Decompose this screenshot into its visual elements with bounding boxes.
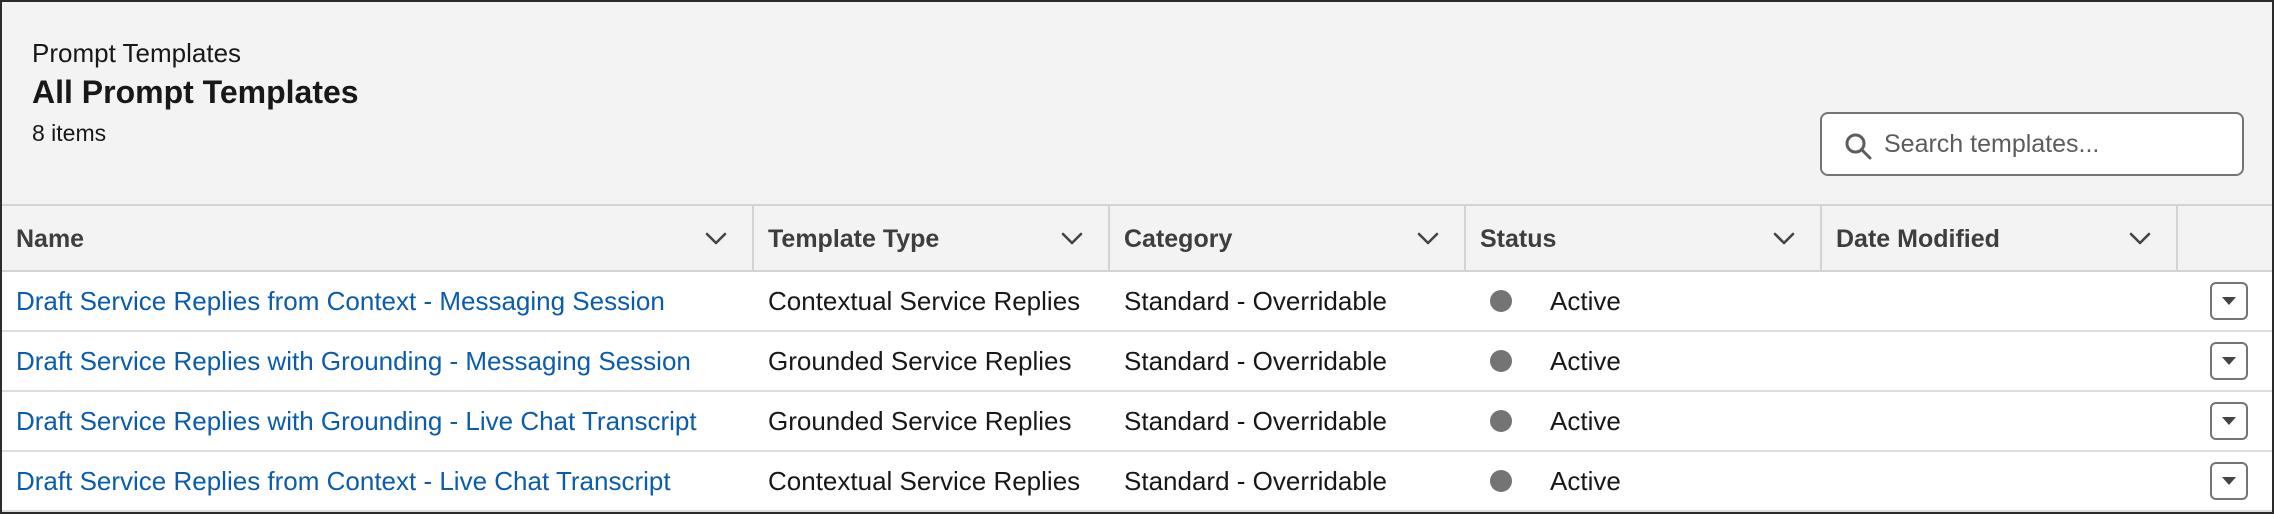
date-modified-cell [1822, 272, 2178, 330]
date-modified-cell [1822, 392, 2178, 450]
column-header-actions [2178, 206, 2272, 272]
column-label: Category [1124, 224, 1233, 253]
column-header-category[interactable]: Category [1110, 206, 1466, 272]
template-type-cell: Grounded Service Replies [768, 405, 1072, 436]
status-cell: Active [1466, 452, 1822, 510]
chevron-down-icon[interactable] [1060, 228, 1084, 250]
column-label: Date Modified [1836, 224, 2000, 253]
status-cell: Active [1466, 332, 1822, 390]
template-type-cell: Grounded Service Replies [768, 345, 1072, 376]
template-name-link[interactable]: Draft Service Replies with Grounding - L… [16, 406, 697, 437]
category-cell: Standard - Overridable [1124, 285, 1388, 316]
row-actions-button[interactable] [2210, 342, 2248, 380]
item-count: 8 items [32, 120, 107, 146]
status-dot-icon [1490, 410, 1512, 432]
template-name-link[interactable]: Draft Service Replies with Grounding - M… [16, 346, 691, 377]
object-label: Prompt Templates [32, 38, 242, 68]
category-cell: Standard - Overridable [1124, 345, 1388, 376]
column-header-name[interactable]: Name [2, 206, 754, 272]
prompt-templates-list-view: Prompt Templates All Prompt Templates 8 … [0, 0, 2274, 514]
row-actions-button[interactable] [2210, 282, 2248, 320]
date-modified-cell [1822, 452, 2178, 510]
name-cell: Draft Service Replies from Context - Mes… [2, 272, 754, 330]
caret-down-icon [2222, 477, 2236, 485]
status-dot-icon [1490, 470, 1512, 492]
template-name-link[interactable]: Draft Service Replies from Context - Liv… [16, 466, 671, 497]
template-type-cell: Contextual Service Replies [768, 285, 1081, 316]
table-row: Draft Service Replies from Context - Mes… [2, 272, 2272, 332]
column-header-date-modified[interactable]: Date Modified [1822, 206, 2178, 272]
status-label: Active [1550, 345, 1621, 376]
caret-down-icon [2222, 417, 2236, 425]
status-label: Active [1550, 285, 1621, 316]
status-cell: Active [1466, 272, 1822, 330]
column-label: Name [16, 224, 85, 253]
table-header: Name Template Type Category Status Date … [2, 206, 2272, 272]
table-row: Draft Service Replies with Grounding - L… [2, 392, 2272, 452]
row-actions-button[interactable] [2210, 402, 2248, 440]
template-name-link[interactable]: Draft Service Replies from Context - Mes… [16, 286, 665, 317]
table-row: Draft Service Replies with Grounding - M… [2, 332, 2272, 392]
status-dot-icon [1490, 290, 1512, 312]
template-type-cell: Contextual Service Replies [768, 465, 1081, 496]
name-cell: Draft Service Replies with Grounding - M… [2, 332, 754, 390]
column-label: Status [1480, 224, 1557, 253]
column-header-status[interactable]: Status [1466, 206, 1822, 272]
chevron-down-icon[interactable] [1772, 228, 1796, 250]
chevron-down-icon[interactable] [704, 228, 728, 250]
status-cell: Active [1466, 392, 1822, 450]
column-header-template-type[interactable]: Template Type [754, 206, 1110, 272]
list-header: Prompt Templates All Prompt Templates 8 … [2, 2, 2272, 206]
status-dot-icon [1490, 350, 1512, 372]
page-title[interactable]: All Prompt Templates [32, 74, 359, 111]
column-label: Template Type [768, 224, 940, 253]
chevron-down-icon[interactable] [1416, 228, 1440, 250]
status-label: Active [1550, 465, 1621, 496]
search-box[interactable] [1820, 112, 2244, 176]
search-input[interactable] [1884, 122, 2228, 166]
row-actions-button[interactable] [2210, 462, 2248, 500]
search-icon [1845, 133, 1872, 160]
chevron-down-icon[interactable] [2128, 228, 2152, 250]
caret-down-icon [2222, 297, 2236, 305]
name-cell: Draft Service Replies from Context - Liv… [2, 452, 754, 510]
caret-down-icon [2222, 357, 2236, 365]
status-label: Active [1550, 405, 1621, 436]
date-modified-cell [1822, 332, 2178, 390]
category-cell: Standard - Overridable [1124, 465, 1388, 496]
table-row: Draft Service Replies from Context - Liv… [2, 452, 2272, 512]
category-cell: Standard - Overridable [1124, 405, 1388, 436]
name-cell: Draft Service Replies with Grounding - L… [2, 392, 754, 450]
